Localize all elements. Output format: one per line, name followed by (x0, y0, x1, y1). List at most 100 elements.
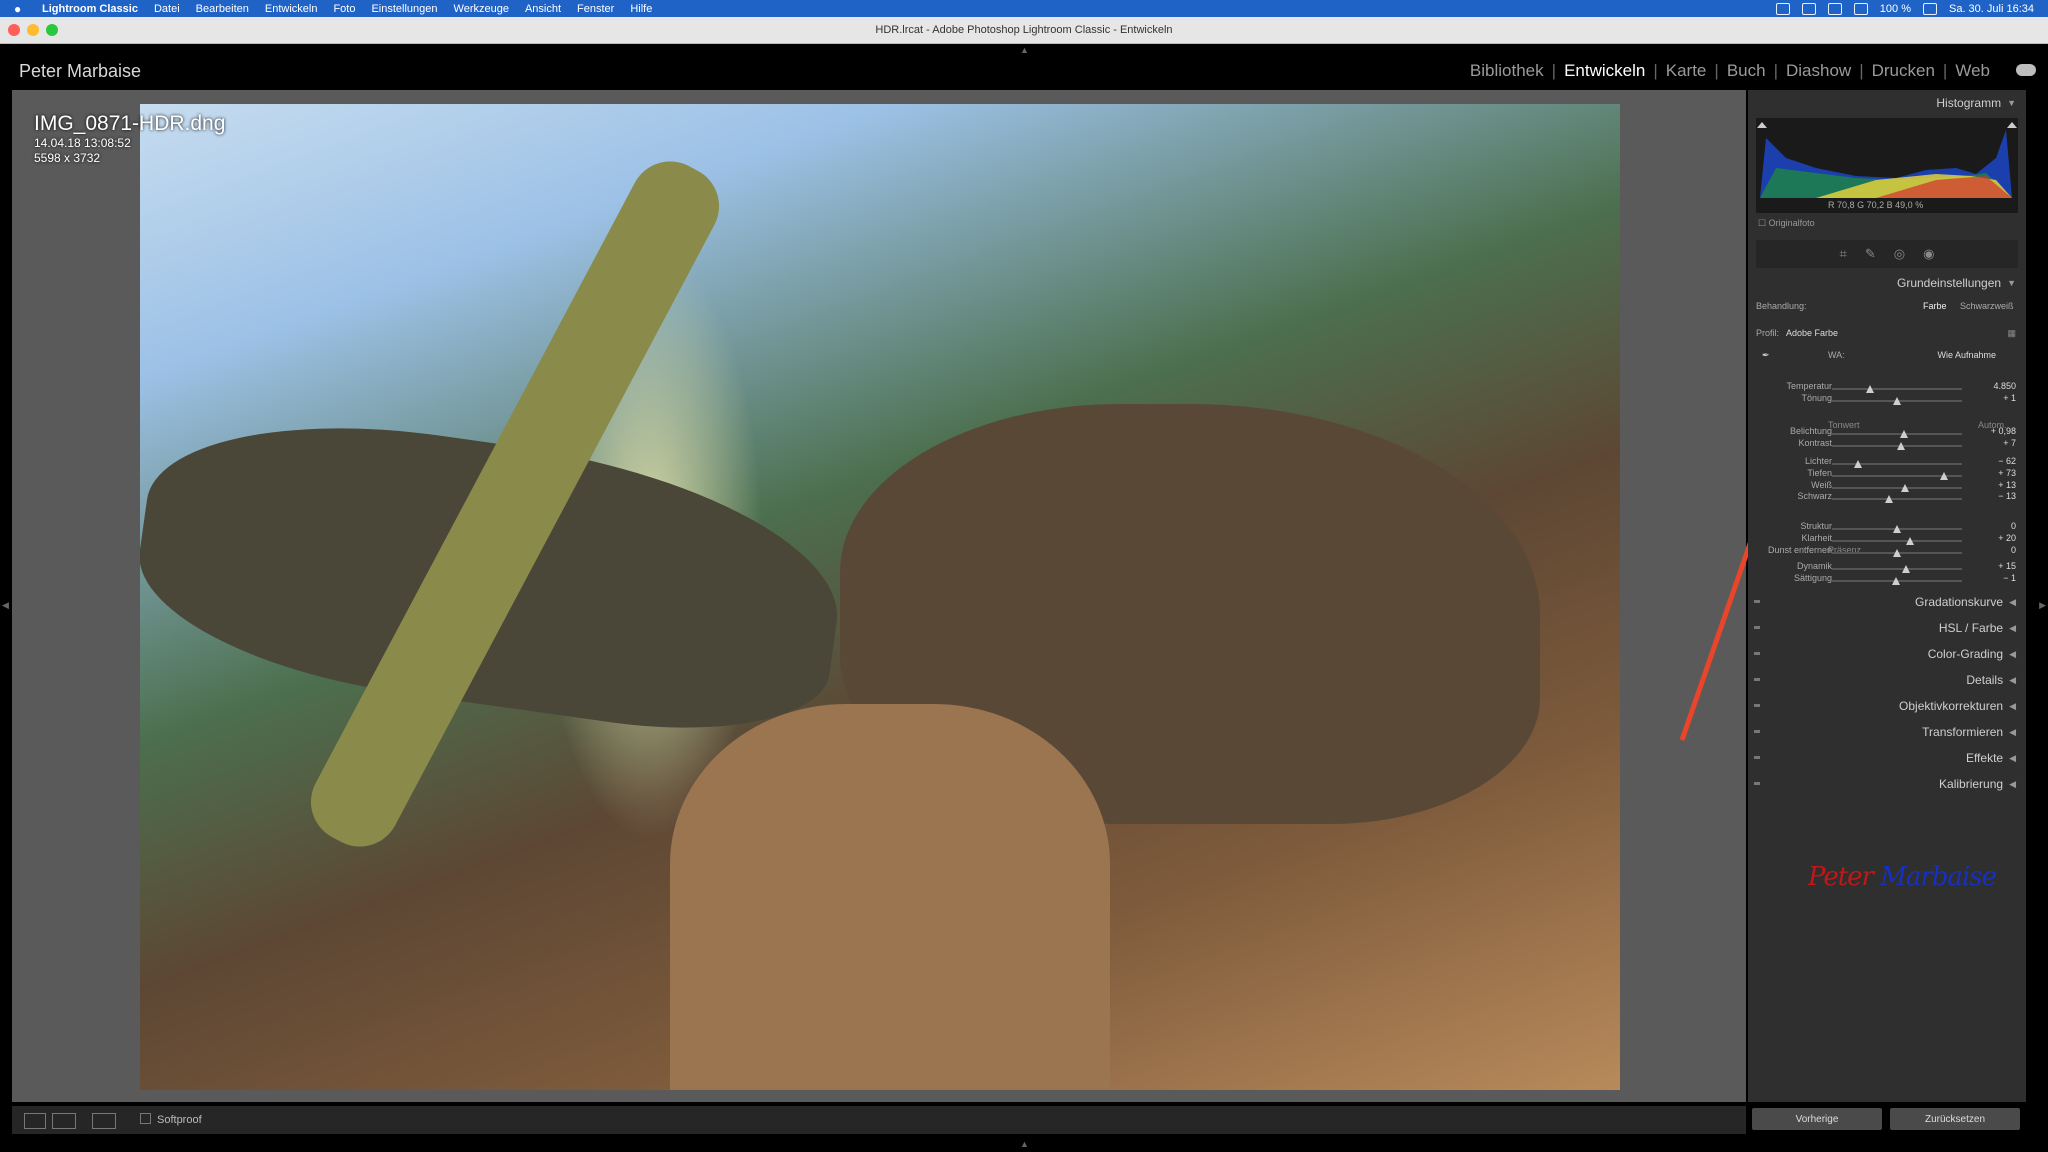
expand-icon[interactable]: ◀ (2009, 597, 2016, 608)
menu-hilfe[interactable]: Hilfe (630, 3, 652, 15)
slider-track[interactable] (1832, 460, 1962, 468)
slider-value[interactable]: + 13 (1998, 480, 2016, 490)
loupe-view-button[interactable] (24, 1113, 46, 1129)
panel-switch-icon[interactable] (1754, 652, 1760, 655)
slider-handle[interactable] (1896, 442, 1905, 450)
masking-icon[interactable]: ◉ (1923, 246, 1934, 262)
slider-track[interactable] (1832, 385, 1962, 393)
treatment-bw[interactable]: Schwarzweiß (1960, 301, 2014, 311)
apple-icon[interactable]: ● (14, 2, 28, 16)
slider-handle[interactable] (1885, 495, 1894, 503)
expand-icon[interactable]: ◀ (2009, 675, 2016, 686)
panel-switch-icon[interactable] (1754, 678, 1760, 681)
cloud-icon[interactable] (2016, 64, 2036, 76)
top-panel-toggle-icon[interactable]: ▲ (1020, 45, 1029, 55)
photo[interactable] (140, 104, 1620, 1090)
compare-view-button[interactable] (52, 1113, 76, 1129)
status-icon[interactable] (1775, 2, 1790, 15)
panel-header[interactable]: Gradationskurve ◀ (1748, 590, 2026, 614)
panel-header[interactable]: Transformieren ◀ (1748, 720, 2026, 744)
expand-icon[interactable]: ◀ (2009, 623, 2016, 634)
menu-einstellungen[interactable]: Einstellungen (371, 3, 437, 15)
panel-switch-icon[interactable] (1754, 600, 1760, 603)
slider-track[interactable] (1832, 472, 1962, 480)
module-drucken[interactable]: Drucken (1864, 61, 1943, 81)
slider-handle[interactable] (1865, 385, 1874, 393)
profile-browser-icon[interactable]: ▦ (2007, 328, 2016, 339)
close-window-button[interactable] (8, 24, 20, 36)
previous-button[interactable]: Vorherige (1752, 1108, 1882, 1130)
slider-handle[interactable] (1899, 430, 1908, 438)
panel-switch-icon[interactable] (1754, 730, 1760, 733)
reset-button[interactable]: Zurücksetzen (1890, 1108, 2020, 1130)
slider-handle[interactable] (1854, 460, 1862, 468)
slider-track[interactable] (1832, 577, 1962, 585)
slider-value[interactable]: − 1 (2003, 573, 2016, 583)
module-bibliothek[interactable]: Bibliothek (1462, 61, 1552, 81)
slider-value[interactable]: + 73 (1998, 468, 2016, 478)
menu-ansicht[interactable]: Ansicht (525, 3, 561, 15)
expand-icon[interactable]: ◀ (2009, 701, 2016, 712)
slider-handle[interactable] (1891, 577, 1900, 585)
crop-icon[interactable]: ⌗ (1840, 246, 1847, 262)
slider-handle[interactable] (1893, 525, 1901, 533)
slider-handle[interactable] (1939, 472, 1948, 480)
histogram[interactable] (1756, 118, 2018, 213)
before-after-button[interactable] (92, 1113, 116, 1129)
menu-werkzeuge[interactable]: Werkzeuge (454, 3, 509, 15)
slider-value[interactable]: + 15 (1998, 561, 2016, 571)
slider-value[interactable]: 0 (2011, 545, 2016, 555)
menu-foto[interactable]: Foto (333, 3, 355, 15)
panel-header[interactable]: HSL / Farbe ◀ (1748, 616, 2026, 640)
module-web[interactable]: Web (1947, 61, 1998, 81)
panel-switch-icon[interactable] (1754, 626, 1760, 629)
menu-app[interactable]: Lightroom Classic (42, 3, 138, 15)
slider-value[interactable]: − 13 (1998, 491, 2016, 501)
panel-header[interactable]: Color-Grading ◀ (1748, 642, 2026, 666)
menu-entwickeln[interactable]: Entwickeln (265, 3, 318, 15)
panel-switch-icon[interactable] (1754, 782, 1760, 785)
menu-datei[interactable]: Datei (154, 3, 180, 15)
slider-handle[interactable] (1893, 549, 1901, 557)
slider-track[interactable] (1832, 549, 1962, 557)
slider-handle[interactable] (1902, 565, 1911, 573)
slider-track[interactable] (1832, 442, 1962, 450)
treatment-color[interactable]: Farbe (1923, 301, 1947, 311)
histogram-header[interactable]: Histogramm ▼ (1748, 90, 2026, 116)
slider-value[interactable]: 4.850 (1993, 381, 2016, 391)
module-diashow[interactable]: Diashow (1778, 61, 1859, 81)
slider-track[interactable] (1832, 525, 1962, 533)
panel-switch-icon[interactable] (1754, 756, 1760, 759)
expand-icon[interactable]: ◀ (2009, 779, 2016, 790)
menu-fenster[interactable]: Fenster (577, 3, 614, 15)
right-panel-toggle-icon[interactable]: ▶ (2039, 600, 2046, 611)
panel-header[interactable]: Details ◀ (1748, 668, 2026, 692)
status-icon[interactable] (1801, 2, 1816, 15)
wb-dropdown[interactable]: Wie Aufnahme (1937, 350, 1996, 360)
bottom-panel-toggle-icon[interactable]: ▲ (1020, 1139, 1029, 1149)
slider-track[interactable] (1832, 537, 1962, 545)
slider-value[interactable]: + 7 (2003, 438, 2016, 448)
module-entwickeln[interactable]: Entwickeln (1556, 61, 1653, 81)
minimize-window-button[interactable] (27, 24, 39, 36)
panel-header[interactable]: Objektivkorrekturen ◀ (1748, 694, 2026, 718)
slider-track[interactable] (1832, 484, 1962, 492)
slider-value[interactable]: + 0,98 (1991, 426, 2016, 436)
left-panel-toggle-icon[interactable]: ◀ (2, 600, 9, 611)
clock-icon[interactable] (1853, 2, 1868, 15)
expand-icon[interactable]: ◀ (2009, 753, 2016, 764)
softproof-checkbox[interactable]: Softproof (140, 1113, 202, 1126)
slider-value[interactable]: − 62 (1998, 456, 2016, 466)
expand-icon[interactable]: ◀ (2009, 727, 2016, 738)
red-eye-icon[interactable]: ◎ (1894, 246, 1905, 262)
panel-header[interactable]: Effekte ◀ (1748, 746, 2026, 770)
slider-value[interactable]: + 20 (1998, 533, 2016, 543)
module-karte[interactable]: Karte (1658, 61, 1715, 81)
wifi-icon[interactable] (1922, 2, 1937, 15)
battery-label[interactable]: 100 % (1880, 3, 1911, 15)
profile-dropdown[interactable]: Adobe Farbe (1786, 328, 1838, 338)
slider-track[interactable] (1832, 495, 1962, 503)
slider-handle[interactable] (1906, 537, 1914, 545)
healing-brush-icon[interactable]: ✎ (1865, 246, 1876, 262)
slider-track[interactable] (1832, 430, 1962, 438)
